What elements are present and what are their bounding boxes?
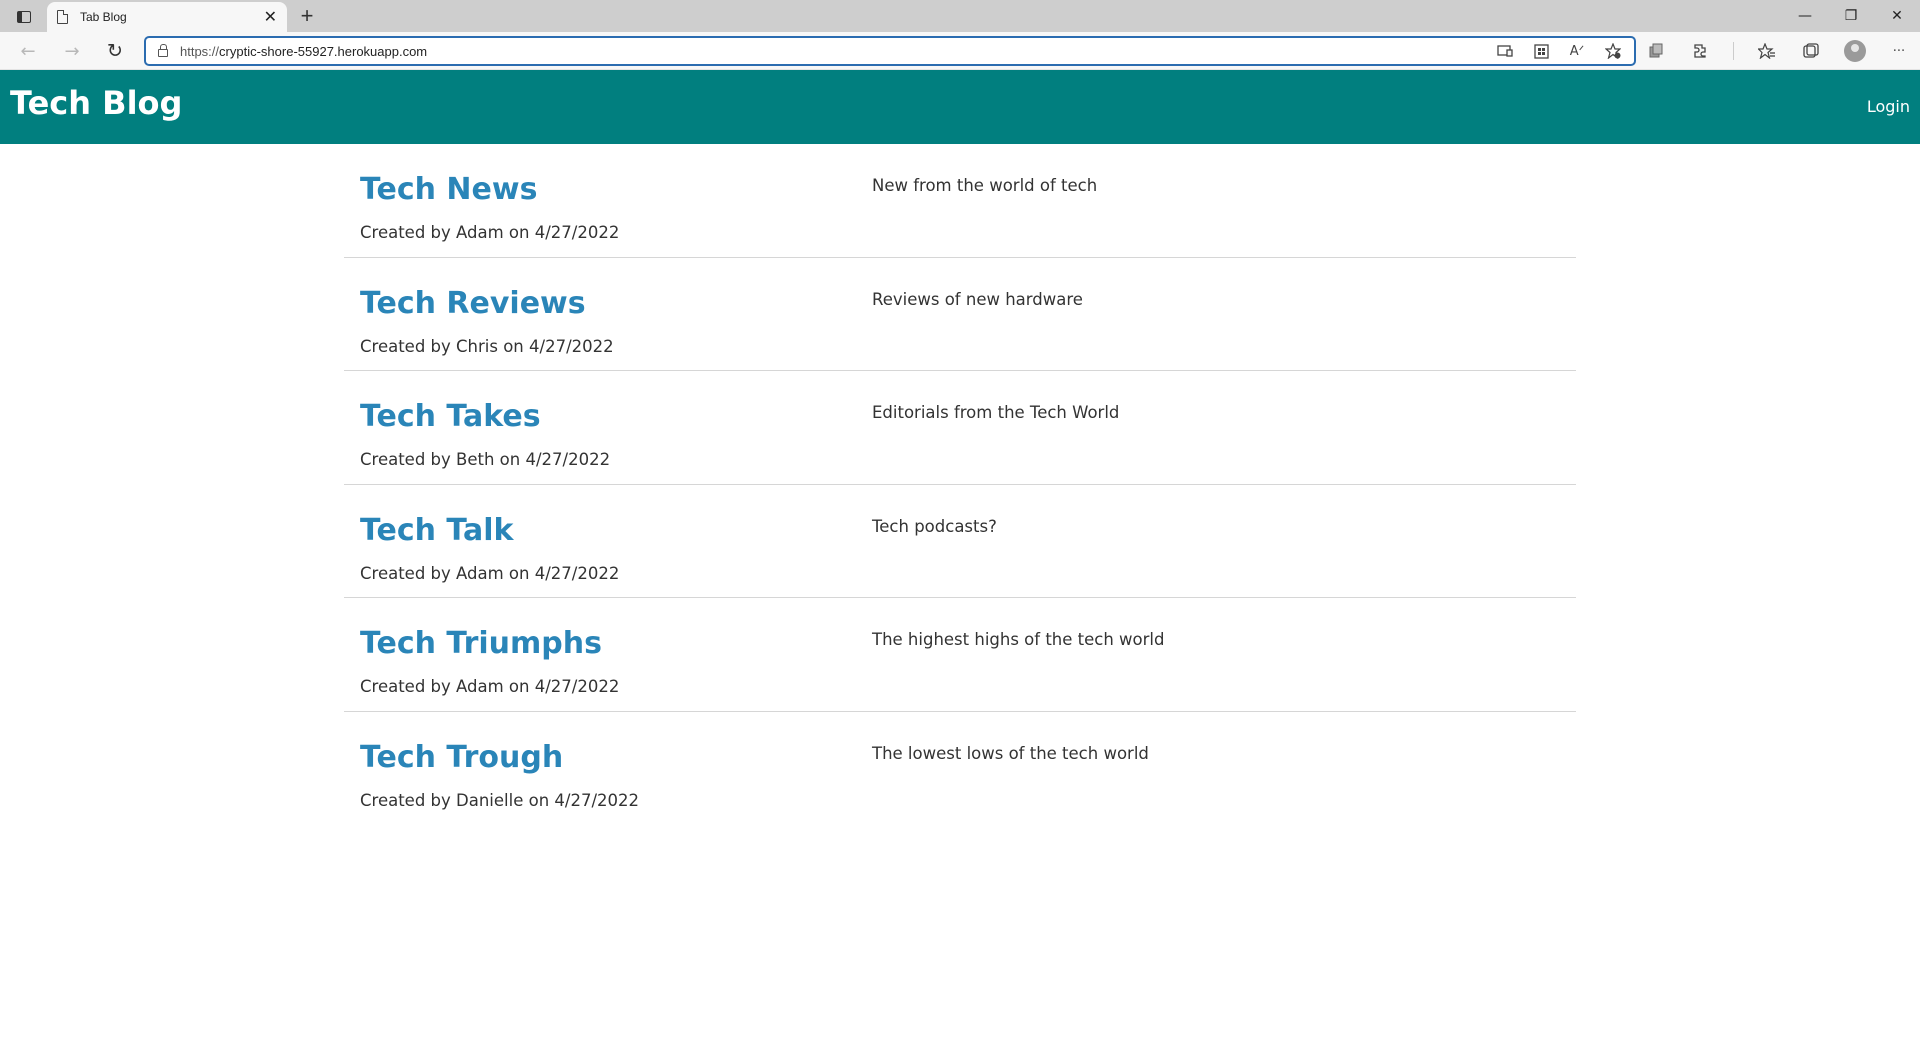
refresh-button[interactable]: ↻ [101,38,129,64]
extensions-icon[interactable] [1689,40,1711,62]
url-host: cryptic-shore-55927.herokuapp.com [219,43,428,59]
browser-tab[interactable]: Tab Blog ✕ [47,2,287,32]
favorites-icon[interactable] [1756,40,1778,62]
post-description: New from the world of tech [872,176,1098,195]
post-item: Tech Trough Created by Danielle on 4/27/… [344,712,1576,826]
post-meta: Created by Adam on 4/27/2022 [360,223,620,242]
post-description: Tech podcasts? [872,516,997,536]
post-item: Tech Talk Created by Adam on 4/27/2022 T… [344,485,1576,598]
site-title[interactable]: Tech Blog [10,84,182,122]
address-bar[interactable]: https://cryptic-shore-55927.herokuapp.co… [144,36,1636,66]
collections-stack-icon[interactable] [1645,40,1667,62]
post-title-link[interactable]: Tech Reviews [360,286,586,321]
post-title-link[interactable]: Tech Takes [360,399,541,434]
add-favorite-icon[interactable] [1602,40,1624,62]
profile-avatar-icon[interactable] [1844,40,1866,62]
post-description: Editorials from the Tech World [872,403,1120,422]
url-text[interactable]: https://cryptic-shore-55927.herokuapp.co… [180,44,1494,59]
sidebar-icon [17,11,31,23]
post-item: Tech News Created by Adam on 4/27/2022 N… [344,144,1576,258]
post-description: Reviews of new hardware [872,289,1083,309]
restore-button[interactable]: ❐ [1828,0,1874,32]
post-title-link[interactable]: Tech Trough [360,740,563,775]
post-description: The highest highs of the tech world [872,630,1165,649]
collections-icon[interactable] [1800,40,1822,62]
post-meta: Created by Danielle on 4/27/2022 [360,790,640,810]
login-link[interactable]: Login [1867,97,1910,116]
tab-title: Tab Blog [80,10,127,24]
back-button[interactable]: ← [14,38,42,64]
post-item: Tech Reviews Created by Chris on 4/27/20… [344,258,1576,371]
post-title-link[interactable]: Tech News [360,172,537,207]
more-options-icon[interactable]: ··· [1888,40,1910,62]
url-protocol: https:// [180,43,220,59]
address-bar-icons: Aᐟ [1494,40,1634,62]
post-item: Tech Triumphs Created by Adam on 4/27/20… [344,598,1576,712]
close-tab-icon[interactable]: ✕ [264,9,277,25]
browser-toolbar: ← → ↻ https://cryptic-shore-55927.heroku… [0,32,1920,70]
post-list: Tech News Created by Adam on 4/27/2022 N… [344,144,1576,825]
post-meta: Created by Chris on 4/27/2022 [360,336,614,356]
post-meta: Created by Adam on 4/27/2022 [360,677,620,696]
site-header: Tech Blog Login [0,70,1920,144]
read-aloud-icon[interactable]: Aᐟ [1566,40,1588,62]
post-title-link[interactable]: Tech Triumphs [360,626,602,661]
browser-tab-bar: Tab Blog ✕ + — ❐ ✕ [0,0,1920,32]
post-meta: Created by Beth on 4/27/2022 [360,450,611,469]
post-meta: Created by Adam on 4/27/2022 [360,563,620,583]
page-icon [57,10,68,24]
post-description: The lowest lows of the tech world [872,743,1149,763]
minimize-button[interactable]: — [1782,0,1828,32]
forward-button[interactable]: → [58,38,86,64]
new-tab-button[interactable]: + [295,3,319,28]
toolbar-icons: ··· [1645,40,1910,62]
post-item: Tech Takes Created by Beth on 4/27/2022 … [344,371,1576,485]
post-title-link[interactable]: Tech Talk [360,513,514,548]
apps-icon[interactable] [1530,40,1552,62]
lock-icon[interactable] [158,44,168,57]
cast-icon[interactable] [1494,40,1516,62]
toolbar-separator [1733,42,1734,60]
close-window-button[interactable]: ✕ [1874,0,1920,32]
window-controls: — ❐ ✕ [1782,0,1920,32]
tab-actions-button[interactable] [10,6,38,28]
